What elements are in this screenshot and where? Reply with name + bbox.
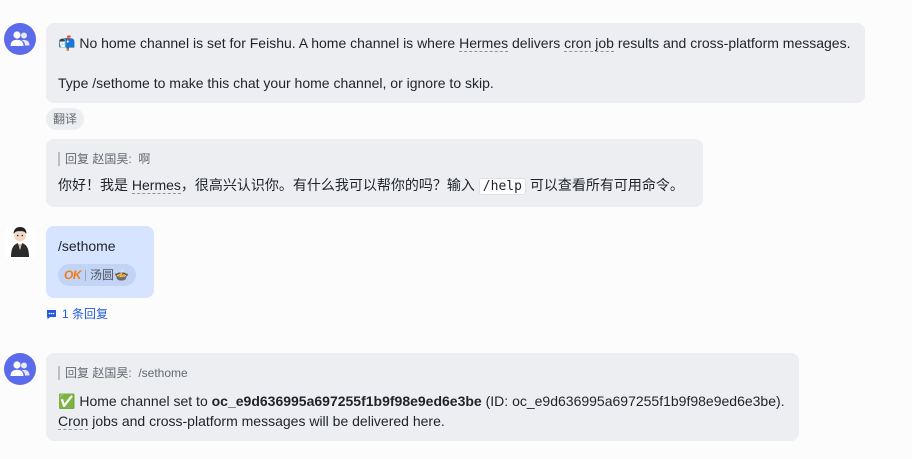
reaction-chip[interactable]: OK 汤圆🍲 [58,264,136,286]
message-line: Cron jobs and cross-platform messages wi… [58,413,445,430]
user-message-bubble[interactable]: /sethome OK 汤圆🍲 [46,226,154,298]
bot-avatar[interactable] [4,353,36,385]
message-line: /sethome [58,238,116,254]
comment-icon [47,309,56,319]
thread-reply-link[interactable]: 1 条回复 [46,305,108,323]
reply-quote[interactable]: 回复 赵国昊: /sethome [58,366,787,380]
thread-reply-count: 1 条回复 [62,307,109,321]
term-cron-job[interactable]: cron job [564,35,614,52]
mailbox-icon: 📬 [58,35,76,51]
group-icon [10,361,30,376]
person-avatar-icon [11,227,29,257]
reply-quote[interactable]: 回复 赵国昊: 啊 [58,152,691,166]
message-line: 📬 No home channel is set for Feishu. A h… [58,35,851,52]
channel-id: oc_e9d636995a697255f1b9f98e9ed6e3be [211,393,482,409]
bot-avatar[interactable] [4,23,36,55]
term-hermes[interactable]: Hermes [131,177,181,194]
check-mark-icon: ✅ [58,393,76,409]
quote-text: /sethome [138,366,188,380]
message-line: ✅ Home channel set to oc_e9d636995a69725… [58,393,785,409]
ok-emoji-icon: OK [64,268,82,282]
group-icon [10,31,30,46]
bot-message-bubble[interactable]: 📬 No home channel is set for Feishu. A h… [46,23,865,103]
term-hermes[interactable]: Hermes [459,35,509,52]
message-line: 你好！我是 Hermes，很高兴认识你。有什么我可以帮你的吗？输入 /help … [58,177,684,195]
reaction-user: 汤圆🍲 [90,268,129,282]
quote-prefix: 回复 赵国昊: [65,152,132,166]
message-line: Type /sethome to make this chat your hom… [58,75,494,91]
reaction-divider [85,269,86,281]
translate-button[interactable]: 翻译 [46,108,85,130]
user-avatar[interactable] [6,226,34,258]
inline-code: /help [478,178,526,195]
term-cron[interactable]: Cron [58,413,89,430]
bot-message-bubble[interactable]: 回复 赵国昊: 啊 你好！我是 Hermes，很高兴认识你。有什么我可以帮你的吗… [46,139,703,207]
bot-message-bubble[interactable]: 回复 赵国昊: /sethome ✅ Home channel set to o… [46,353,799,441]
quote-prefix: 回复 赵国昊: [65,366,132,380]
quote-text: 啊 [138,152,151,166]
chat-message-list: 📬 No home channel is set for Feishu. A h… [0,0,912,459]
